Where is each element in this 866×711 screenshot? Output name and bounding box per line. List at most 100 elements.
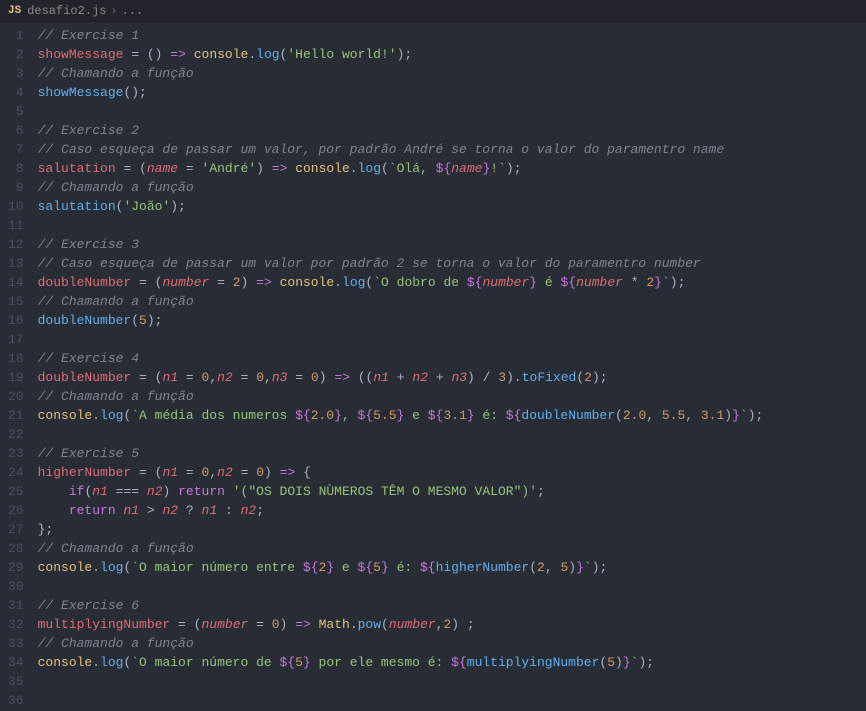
code-token: ); (592, 370, 608, 385)
code-token: ${ (451, 655, 467, 670)
code-line[interactable]: doubleNumber(5); (38, 311, 764, 330)
code-token: ${ (295, 408, 311, 423)
code-token: ); (592, 560, 608, 575)
code-token: } (381, 560, 389, 575)
code-token: console (194, 47, 249, 62)
code-token: } (303, 655, 311, 670)
code-token: = (178, 617, 186, 632)
code-line[interactable]: showMessage(); (38, 83, 764, 102)
line-number: 30 (8, 577, 24, 596)
line-number: 32 (8, 615, 24, 634)
line-number: 36 (8, 691, 24, 710)
code-token: number (482, 275, 529, 290)
code-token: number (201, 617, 248, 632)
code-token: n1 (373, 370, 389, 385)
line-number: 3 (8, 64, 24, 83)
code-line[interactable]: doubleNumber = (number = 2) => console.l… (38, 273, 764, 292)
code-token: doubleNumber (521, 408, 615, 423)
code-token: ; (467, 617, 475, 632)
code-token: ) (467, 370, 475, 385)
breadcrumb[interactable]: JS desafio2.js › ... (0, 0, 866, 22)
code-line[interactable]: showMessage = () => console.log('Hello w… (38, 45, 764, 64)
code-line[interactable] (38, 577, 764, 596)
code-token: = (131, 47, 139, 62)
javascript-file-icon: JS (8, 5, 21, 17)
code-token: { (303, 465, 311, 480)
code-token: é (537, 275, 560, 290)
code-line[interactable]: console.log(`A média dos numeros ${2.0},… (38, 406, 764, 425)
code-token: // Chamando a função (38, 389, 194, 404)
code-line[interactable]: // Exercise 1 (38, 26, 764, 45)
code-line[interactable] (38, 425, 764, 444)
code-line[interactable]: // Chamando a função (38, 178, 764, 197)
code-token: showMessage (38, 47, 124, 62)
code-token: // Chamando a função (38, 541, 194, 556)
code-line[interactable]: // Chamando a função (38, 539, 764, 558)
line-number: 33 (8, 634, 24, 653)
code-line[interactable]: // Chamando a função (38, 64, 764, 83)
code-line[interactable]: }; (38, 520, 764, 539)
code-line[interactable] (38, 216, 764, 235)
code-token: // Caso esqueça de passar um valor, por … (38, 142, 725, 157)
code-token: ) (256, 161, 264, 176)
code-token (194, 503, 202, 518)
code-line[interactable]: // Exercise 2 (38, 121, 764, 140)
code-line[interactable]: // Caso esqueça de passar um valor, por … (38, 140, 764, 159)
line-number-gutter: 1234567891011121314151617181920212223242… (0, 22, 38, 711)
code-token: // Chamando a função (38, 294, 194, 309)
code-token: } (467, 408, 475, 423)
code-line[interactable]: salutation('João'); (38, 197, 764, 216)
code-token (264, 161, 272, 176)
code-line[interactable]: console.log(`O maior número entre ${2} e… (38, 558, 764, 577)
breadcrumb-rest[interactable]: ... (122, 4, 144, 18)
code-token: ` (740, 408, 748, 423)
code-line[interactable] (38, 672, 764, 691)
code-editor[interactable]: 1234567891011121314151617181920212223242… (0, 22, 866, 711)
code-token (131, 275, 139, 290)
code-token (233, 465, 241, 480)
code-token: log (342, 275, 365, 290)
code-line[interactable]: // Exercise 4 (38, 349, 764, 368)
code-line[interactable]: // Exercise 6 (38, 596, 764, 615)
code-token: multiplyingNumber (467, 655, 600, 670)
code-token: ${ (436, 161, 452, 176)
code-line[interactable]: if(n1 === n2) return '("OS DOIS NÙMEROS … (38, 482, 764, 501)
code-token (147, 275, 155, 290)
code-line[interactable] (38, 330, 764, 349)
line-number: 11 (8, 216, 24, 235)
code-line[interactable]: // Chamando a função (38, 292, 764, 311)
code-line[interactable]: return n1 > n2 ? n1 : n2; (38, 501, 764, 520)
line-number: 17 (8, 330, 24, 349)
line-number: 1 (8, 26, 24, 45)
code-line[interactable]: // Exercise 5 (38, 444, 764, 463)
code-token: => (170, 47, 186, 62)
code-line[interactable]: doubleNumber = (n1 = 0,n2 = 0,n3 = 0) =>… (38, 368, 764, 387)
code-token: : (225, 503, 233, 518)
code-line[interactable]: // Caso esqueça de passar um valor por p… (38, 254, 764, 273)
code-token: ); (670, 275, 686, 290)
code-token: ) (451, 617, 459, 632)
code-line[interactable]: higherNumber = (n1 = 0,n2 = 0) => { (38, 463, 764, 482)
code-token (287, 617, 295, 632)
code-token: 5 (139, 313, 147, 328)
code-line[interactable]: console.log(`O maior número de ${5} por … (38, 653, 764, 672)
code-token: n1 (92, 484, 108, 499)
code-token: // Chamando a função (38, 636, 194, 651)
line-number: 13 (8, 254, 24, 273)
code-content[interactable]: // Exercise 1showMessage = () => console… (38, 22, 764, 711)
code-token: ${ (506, 408, 522, 423)
code-line[interactable]: salutation = (name = 'André') => console… (38, 159, 764, 178)
code-line[interactable]: multiplyingNumber = (number = 0) => Math… (38, 615, 764, 634)
breadcrumb-filename[interactable]: desafio2.js (27, 4, 106, 18)
code-token (303, 370, 311, 385)
line-number: 34 (8, 653, 24, 672)
code-line[interactable]: // Exercise 3 (38, 235, 764, 254)
code-line[interactable]: // Chamando a função (38, 387, 764, 406)
code-line[interactable] (38, 102, 764, 121)
code-token: ${ (561, 275, 577, 290)
code-line[interactable]: // Chamando a função (38, 634, 764, 653)
code-token: ${ (358, 408, 374, 423)
code-line[interactable] (38, 691, 764, 710)
code-token: multiplyingNumber (38, 617, 171, 632)
line-number: 25 (8, 482, 24, 501)
